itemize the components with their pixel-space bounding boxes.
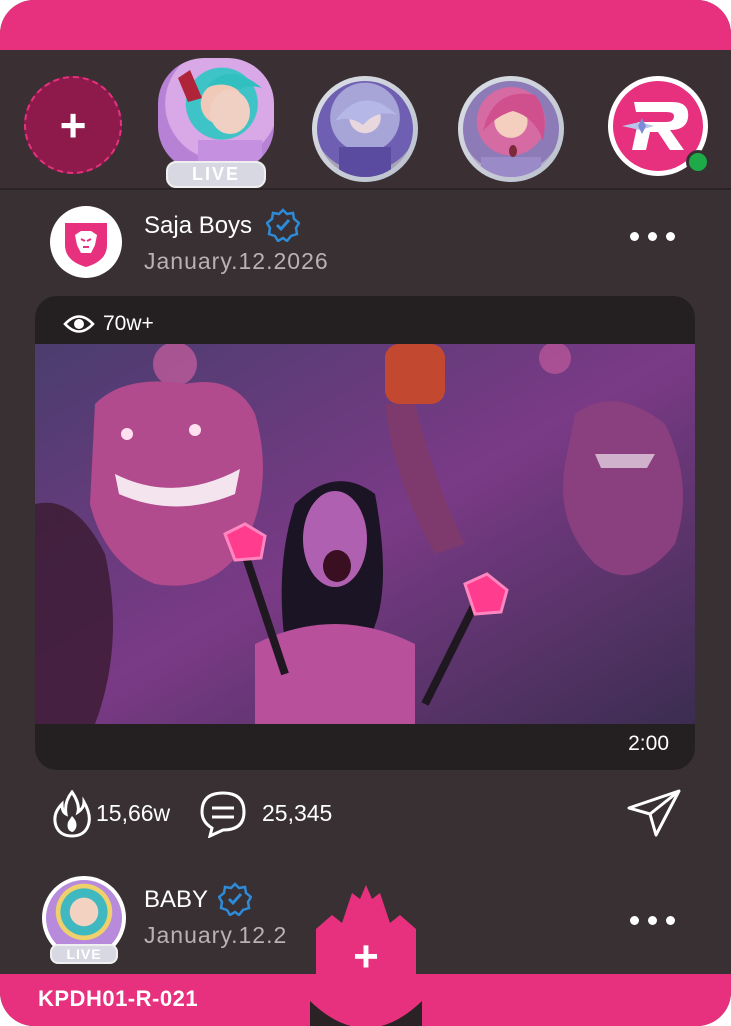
eye-icon (63, 315, 95, 333)
video-frame-illustration (35, 342, 695, 724)
video-thumbnail[interactable] (35, 342, 695, 724)
next-post-date: January.12.2 (144, 922, 288, 948)
comment-count: 25,345 (262, 800, 333, 826)
online-indicator (686, 150, 710, 174)
avatar (158, 58, 274, 172)
add-story-button[interactable]: + (24, 76, 122, 174)
post-date: January.12.2026 (144, 248, 329, 274)
video-duration: 2:00 (628, 732, 669, 755)
brand-logo-svg (622, 102, 689, 150)
feed-card: + LIVE Saja Boys January.12.2026 70w+ 2:… (0, 0, 731, 1026)
author-avatar[interactable] (50, 206, 122, 278)
avatar (463, 81, 559, 177)
add-post-button[interactable]: + (302, 885, 430, 1026)
view-count: 70w+ (63, 312, 154, 336)
send-icon[interactable] (626, 788, 682, 838)
story-avatar-3[interactable] (458, 76, 564, 182)
view-count-text: 70w+ (103, 312, 154, 335)
live-badge: LIVE (50, 944, 118, 964)
avatar-illustration (481, 93, 545, 177)
like-count: 15,66w (96, 800, 171, 826)
tiger-logo-icon (65, 223, 107, 267)
avatar-illustration (335, 100, 397, 177)
post-media[interactable]: 70w+ 2:00 (35, 296, 695, 770)
stories-row: + LIVE (0, 50, 731, 190)
live-badge: LIVE (166, 161, 266, 188)
plus-icon: + (59, 99, 87, 151)
verified-icon (266, 208, 300, 242)
comment-icon[interactable] (198, 790, 248, 838)
post-author[interactable]: Saja Boys (144, 212, 252, 240)
top-band (0, 0, 731, 50)
story-avatar-2[interactable] (312, 76, 418, 182)
next-post-author[interactable]: BABY (144, 886, 208, 914)
avatar (317, 81, 413, 177)
post-actions: 15,66w 25,345 (0, 784, 731, 844)
story-avatar-1[interactable]: LIVE (158, 58, 274, 188)
flame-icon[interactable] (52, 790, 92, 838)
more-icon[interactable] (630, 916, 675, 925)
plus-icon: + (353, 932, 379, 981)
avatar-illustration (178, 70, 262, 172)
verified-icon (218, 882, 252, 916)
story-brand[interactable] (608, 76, 710, 176)
more-icon[interactable] (630, 232, 675, 241)
card-code: KPDH01-R-021 (38, 986, 199, 1011)
